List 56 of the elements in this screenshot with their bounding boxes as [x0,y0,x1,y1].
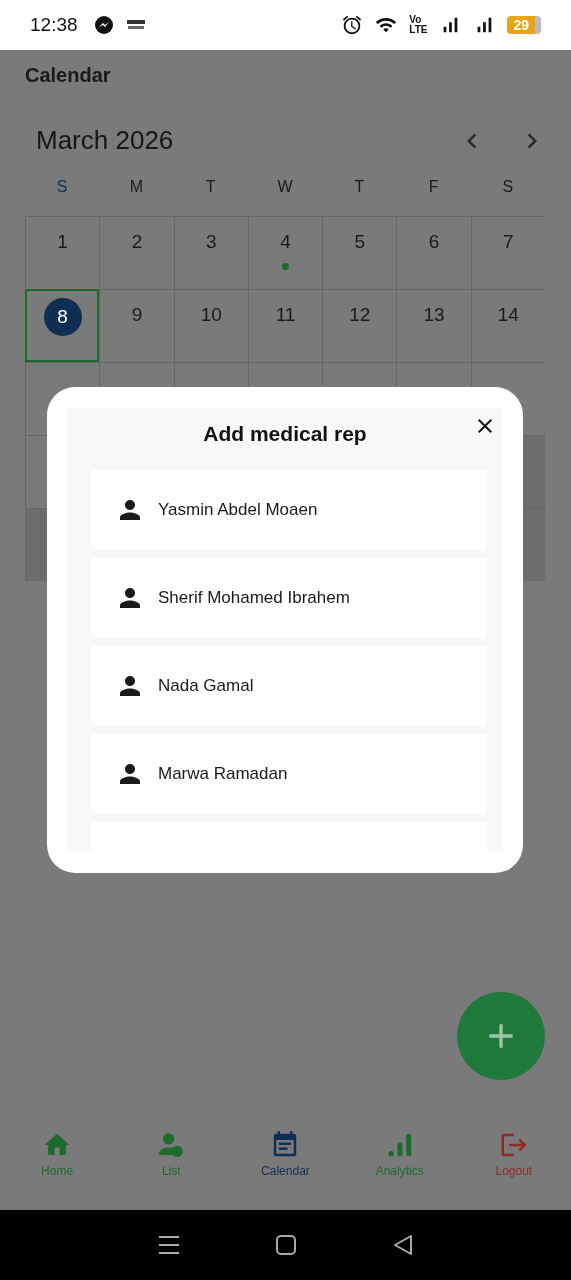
rep-name: Marwa Ramadan [158,763,288,784]
rep-name: Nada Gamal [158,675,254,696]
volte-label: Vo LTE [409,15,428,35]
weekday-label: T [353,178,366,197]
calendar-day[interactable]: 12 [322,289,397,362]
day-number: 1 [57,231,68,253]
calendar-day[interactable]: 1 [25,216,100,289]
day-number: 6 [428,231,440,253]
rep-item[interactable]: Yasmin Abdel Moaen [91,470,487,549]
battery-level: 29 [507,16,541,34]
calendar-day[interactable]: 14 [470,289,545,362]
weekday-label: S [55,178,69,197]
rep-name: Sherif Mohamed Ibrahem [158,587,350,608]
weekday-label: M [128,178,145,197]
calendar-day[interactable]: 7 [470,216,545,289]
clock-time: 12:38 [30,14,78,36]
weekday-label: W [276,178,294,197]
day-number: 14 [497,304,519,326]
day-number: 9 [131,304,143,326]
weekday-label: S [501,178,515,197]
day-number: 3 [205,231,217,253]
app-logo-icon [125,19,146,31]
rep-item[interactable]: Sherif Mohamed Ibrahem [91,558,487,637]
rep-name: Yasmin Abdel Moaen [158,499,318,520]
day-number: 8 [43,298,82,336]
back-icon[interactable] [392,1234,413,1256]
calendar-day[interactable]: 13 [396,289,471,362]
dialog-title: Add medical rep [202,422,368,446]
calendar-day[interactable]: 4 [247,216,323,289]
rep-item[interactable]: Nada Gamal [91,646,487,725]
page-title: Calendar [24,63,112,87]
weekday-label: F [427,178,440,197]
month-title: March 2026 [36,125,175,156]
day-number: 4 [280,231,291,253]
rep-item[interactable]: Marwa Ramadan [91,734,487,813]
calendar-day[interactable]: 8 [25,289,100,362]
day-number: 11 [275,304,296,326]
day-number: 7 [503,231,514,253]
calendar-day[interactable]: 6 [396,216,471,289]
day-number: 13 [423,304,445,326]
weekday-label: T [204,178,217,197]
messenger-icon [93,15,114,35]
calendar-day[interactable]: 11 [247,289,323,362]
day-number: 12 [349,304,371,326]
alarm-icon [341,14,364,36]
calendar-day[interactable]: 3 [173,216,248,289]
menu-icon[interactable] [158,1235,181,1255]
calendar-day[interactable]: 9 [99,289,174,362]
calendar-day[interactable]: 10 [173,289,248,362]
nav-tab[interactable]: Calendar [240,1130,331,1178]
day-number: 2 [131,231,143,253]
calendar-day[interactable]: 5 [322,216,397,289]
day-number: 10 [200,304,222,326]
home-square-icon[interactable] [276,1235,297,1255]
day-number: 5 [354,231,366,253]
calendar-day[interactable]: 2 [99,216,174,289]
